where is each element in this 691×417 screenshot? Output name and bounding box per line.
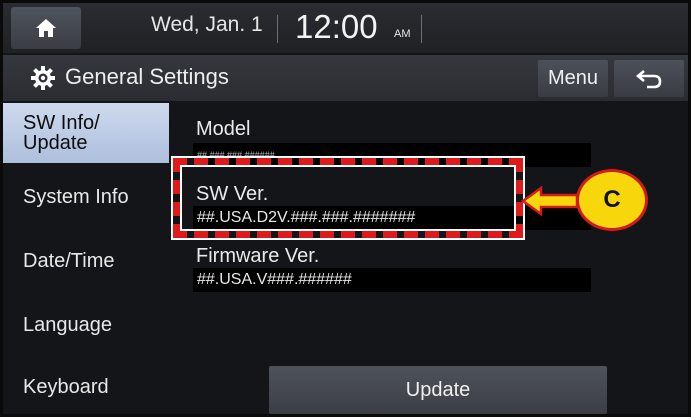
status-date: Wed, Jan. 1 (151, 13, 263, 36)
sidebar-item-label: Date/Time (23, 249, 115, 272)
sidebar-item-label: Language (23, 313, 112, 336)
back-arrow-icon (635, 69, 662, 88)
sidebar-item-label: SW Info/ (23, 112, 100, 134)
title-bar: General Settings Menu (3, 55, 688, 101)
firmware-version-value: ##.USA.V###.###### (193, 268, 591, 292)
status-bar: Wed, Jan. 1 12:00 AM (3, 3, 688, 53)
sidebar-item-label: Update (23, 132, 88, 154)
home-icon (36, 19, 56, 37)
sidebar-item-date-time[interactable]: Date/Time (3, 231, 169, 291)
status-ampm: AM (394, 28, 411, 40)
update-button[interactable]: Update (269, 366, 607, 414)
status-time: 12:00 (295, 8, 378, 45)
sidebar-item-label: System Info (23, 185, 129, 208)
menu-button[interactable]: Menu (538, 60, 608, 97)
sidebar-item-sw-info-update[interactable]: SW Info/ Update (3, 103, 169, 163)
gear-icon (31, 66, 55, 90)
callout-arrow (521, 186, 579, 216)
sidebar: SW Info/ Update System Info Date/Time La… (3, 103, 171, 414)
firmware-version-label: Firmware Ver. (196, 245, 320, 267)
home-button[interactable] (11, 7, 81, 49)
page-title: General Settings (65, 64, 229, 89)
sidebar-item-system-info[interactable]: System Info (3, 167, 169, 227)
sidebar-item-keyboard[interactable]: Keyboard (3, 357, 169, 414)
callout-badge: C (576, 169, 648, 231)
model-label: Model (196, 118, 251, 140)
highlight-box (173, 158, 523, 238)
divider (277, 15, 278, 43)
sidebar-item-language[interactable]: Language (3, 295, 169, 355)
back-button[interactable] (614, 60, 684, 97)
sidebar-item-label: Keyboard (23, 375, 109, 398)
divider (421, 15, 422, 43)
